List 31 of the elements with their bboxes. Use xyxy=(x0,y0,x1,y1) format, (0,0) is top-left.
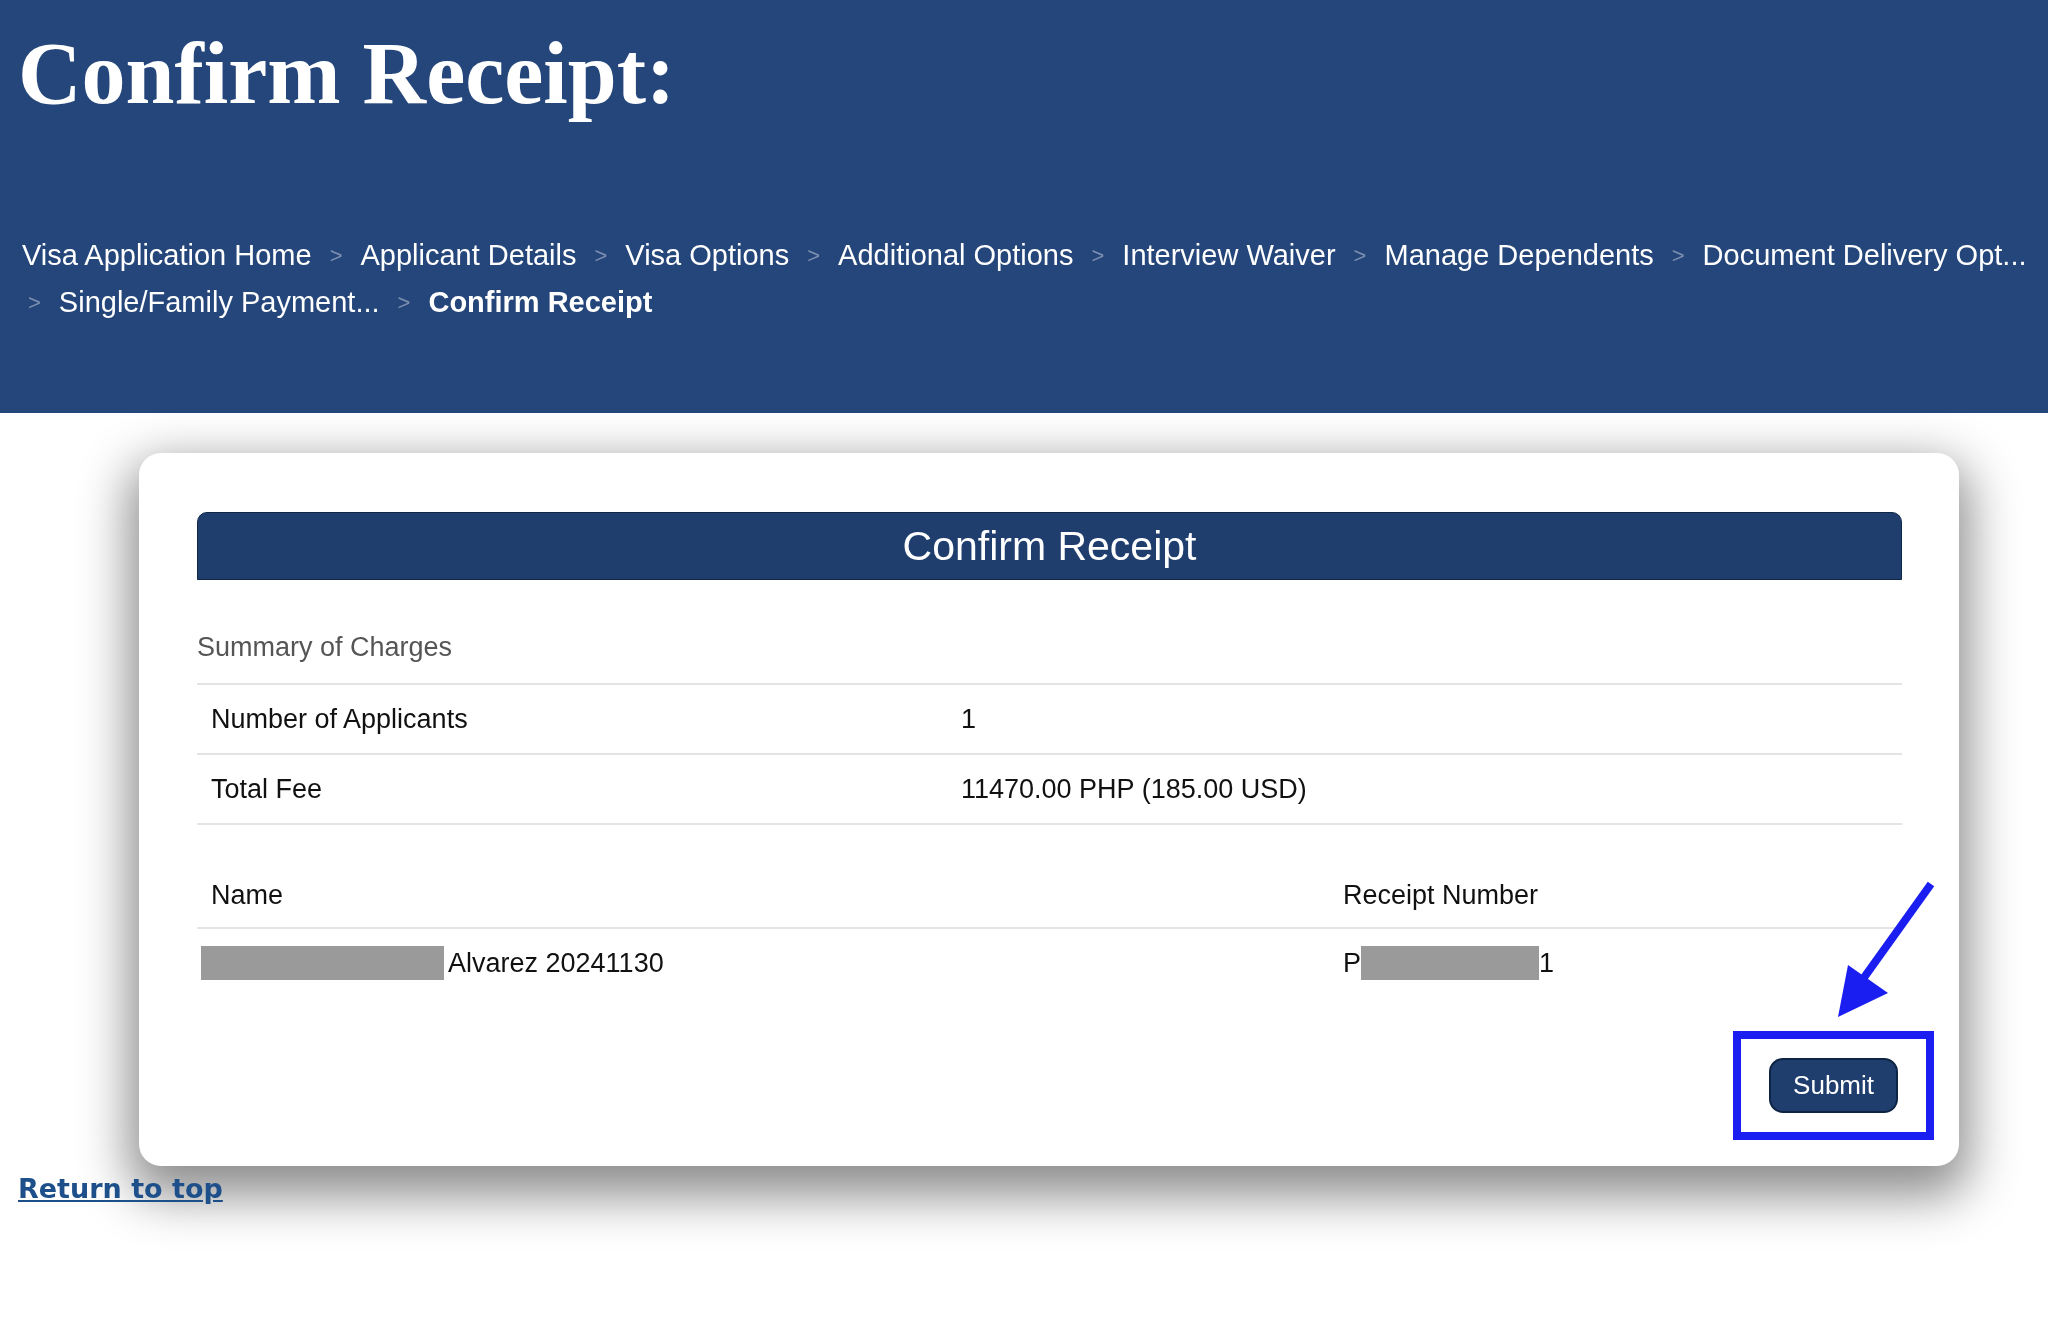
table-cell: 11470.00 PHP (185.00 USD) xyxy=(961,773,1307,805)
table-cell: P xyxy=(1343,947,1361,979)
section-title: Summary of Charges xyxy=(197,632,1902,685)
table-cell: 1 xyxy=(1539,947,1555,979)
breadcrumb-link[interactable]: Additional Options xyxy=(838,239,1074,272)
breadcrumb-separator: > xyxy=(1091,242,1105,269)
breadcrumb-separator: > xyxy=(397,289,411,316)
breadcrumb-separator: > xyxy=(28,289,41,316)
breadcrumb-link[interactable]: Document Delivery Opt... xyxy=(1702,239,2027,272)
page-title: Confirm Receipt: xyxy=(18,24,677,124)
breadcrumb-link[interactable]: Single/Family Payment... xyxy=(58,286,380,319)
breadcrumb-separator: > xyxy=(807,242,821,269)
breadcrumb-separator: > xyxy=(594,242,608,269)
table-cell-text: Number of Applicants xyxy=(210,703,469,735)
breadcrumb-separator: > xyxy=(1671,242,1685,269)
breadcrumb-link[interactable]: Visa Application Home xyxy=(22,239,312,272)
card-title: Confirm Receipt xyxy=(902,522,1197,570)
table-cell-text: Total Fee xyxy=(210,773,324,805)
breadcrumb-link[interactable]: Interview Waiver xyxy=(1122,239,1336,272)
breadcrumb-link[interactable]: Manage Dependents xyxy=(1384,239,1654,272)
table-cell: Alvarez 20241130 xyxy=(448,947,664,979)
table-cell: 1 xyxy=(961,703,977,735)
breadcrumb-separator: > xyxy=(329,242,343,269)
breadcrumb-separator: > xyxy=(1353,242,1367,269)
submit-button[interactable]: Submit xyxy=(1769,1058,1898,1113)
column-header: Receipt Number xyxy=(1343,879,1539,911)
column-header: Name xyxy=(210,879,285,911)
return-to-top-link[interactable]: Return to top xyxy=(18,1173,223,1204)
breadcrumb-link[interactable]: Visa Options xyxy=(625,239,790,272)
breadcrumb-link[interactable]: Confirm Receipt xyxy=(428,286,653,319)
breadcrumb-link[interactable]: Applicant Details xyxy=(360,239,577,272)
